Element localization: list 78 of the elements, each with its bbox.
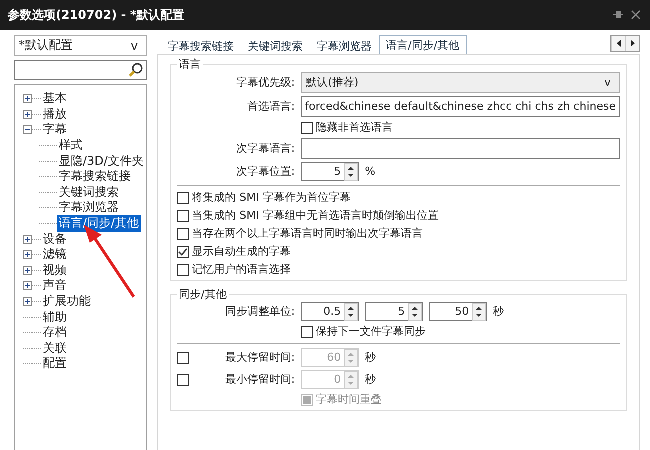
checkbox-label: 记忆用户的语言选择 (192, 262, 292, 277)
checkbox-label: 显示自动生成的字幕 (192, 244, 292, 259)
unit-label: 秒 (365, 372, 376, 387)
tree-item[interactable]: 滤镜 (41, 246, 69, 264)
expand-icon[interactable] (23, 94, 32, 104)
close-icon[interactable] (630, 9, 642, 21)
unit-label: 秒 (365, 350, 376, 365)
search-icon[interactable] (128, 62, 144, 78)
group-title: 同步/其他 (178, 287, 228, 302)
left-triangle-icon (616, 40, 622, 47)
field-label: 首选语言: (246, 99, 296, 114)
tree-item[interactable]: 字幕浏览器 (57, 199, 121, 216)
checkbox[interactable] (177, 264, 190, 276)
spin-field[interactable]: 5 (365, 302, 424, 321)
window-title: 参数选项(210702) - *默认配置 (8, 6, 186, 24)
tree-item[interactable]: 配置 (41, 355, 69, 372)
dropdown[interactable]: 默认(推荐) v (301, 72, 620, 93)
expand-icon[interactable] (23, 110, 32, 119)
tree-item[interactable]: 视频 (41, 262, 69, 279)
unit-label: 秒 (493, 304, 504, 319)
expand-icon[interactable] (23, 281, 32, 290)
checkbox[interactable] (177, 192, 190, 204)
tree-item[interactable]: 样式 (57, 137, 85, 154)
tree-item[interactable]: 存档 (41, 324, 69, 342)
checkbox[interactable] (177, 210, 190, 222)
checkbox[interactable] (177, 246, 190, 258)
tree-item[interactable]: 基本 (41, 90, 69, 108)
expand-icon[interactable] (23, 266, 32, 275)
spin-field[interactable]: 0.5 (301, 302, 360, 321)
checkbox[interactable] (301, 326, 314, 338)
tree-item[interactable]: 字幕 (41, 121, 69, 138)
collapse-icon[interactable] (23, 125, 32, 134)
checkbox-label: 当集成的 SMI 字幕组中无首选语言时颠倒输出位置 (192, 208, 439, 223)
checkbox[interactable] (177, 352, 190, 364)
unit-label: % (365, 165, 376, 178)
checkbox-label: 将集成的 SMI 字幕作为首位字幕 (192, 190, 351, 205)
checkbox[interactable] (301, 122, 314, 134)
spin-field[interactable]: 5 (301, 162, 360, 181)
profile-dropdown[interactable]: *默认配置 v (14, 35, 148, 56)
checkbox-label: 当存在两个以上字幕语言时同时输出次字幕语言 (192, 226, 424, 241)
field-label: 次字幕语言: (235, 141, 296, 156)
expand-icon[interactable] (23, 250, 32, 260)
checkbox-label: 隐藏非首选语言 (316, 120, 394, 135)
checkbox-label: 保持下一文件字幕同步 (316, 324, 426, 339)
spin-arrows-icon[interactable] (472, 302, 486, 320)
field-label: 同步调整单位: (224, 304, 296, 319)
tree-item[interactable]: 播放 (41, 106, 69, 123)
tree-item[interactable]: 设备 (41, 230, 69, 248)
scroll-right-button[interactable] (625, 36, 639, 51)
field-label: 最小停留时间: (224, 372, 296, 387)
field-label: 次字幕位置: (235, 164, 296, 179)
checkbox[interactable] (177, 228, 190, 240)
group-title: 语言 (178, 57, 202, 72)
search-field[interactable] (14, 60, 148, 80)
spin-arrows-icon[interactable] (344, 162, 358, 180)
right-triangle-icon (630, 40, 636, 47)
tree-item[interactable]: 显隐/3D/文件夹 (57, 152, 146, 170)
tree-item[interactable]: 关键词搜索 (57, 184, 121, 201)
tree-item[interactable]: 辅助 (41, 308, 69, 326)
tab[interactable]: 语言/同步/其他 (379, 35, 467, 54)
input-field[interactable] (301, 138, 620, 159)
tree-item[interactable]: 声音 (41, 277, 69, 294)
pin-icon[interactable] (612, 9, 624, 21)
expand-icon[interactable] (23, 234, 32, 244)
field-label: 字幕优先级: (235, 75, 296, 90)
spin-field[interactable]: 50 (429, 302, 488, 321)
tree-item[interactable]: 关联 (41, 340, 69, 357)
tree-item[interactable]: 扩展功能 (41, 293, 93, 310)
checkbox[interactable] (177, 374, 190, 386)
scroll-left-button[interactable] (611, 36, 625, 51)
spin-arrows-icon[interactable] (408, 302, 422, 320)
spin-arrows-icon[interactable] (344, 302, 358, 320)
expand-icon[interactable] (23, 297, 32, 306)
tree-item[interactable]: 语言/同步/其他 (57, 215, 142, 232)
checkbox-label: 字幕时间重叠 (316, 392, 382, 407)
field-label: 最大停留时间: (224, 350, 296, 365)
input-field[interactable]: forced&chinese default&chinese zhcc chi chs zh chinese (301, 96, 620, 117)
tree-item[interactable]: 字幕搜索链接 (57, 168, 133, 186)
